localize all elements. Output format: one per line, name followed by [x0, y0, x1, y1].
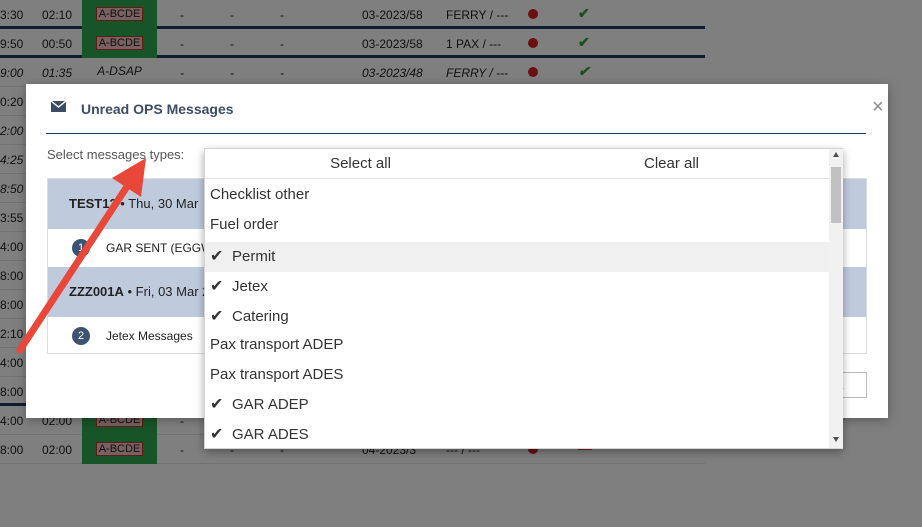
envelope-icon: [51, 101, 66, 112]
dropdown-actions: Select all Clear all: [205, 149, 829, 179]
message-subject: Jetex Messages: [106, 329, 193, 343]
option-label: Pax transport ADES: [210, 366, 344, 383]
dropdown-option[interactable]: ✔ Catering: [205, 302, 829, 332]
dropdown-option[interactable]: Fuel order: [205, 210, 829, 240]
flight-code: ZZZ001A: [69, 284, 124, 299]
select-all-button[interactable]: Select all: [205, 149, 516, 179]
message-count-badge: 2: [72, 327, 90, 345]
flight-code: TEST12: [69, 196, 117, 211]
option-label: Pax transport ADEP: [210, 336, 344, 353]
modal-title: Unread OPS Messages: [81, 101, 234, 117]
scroll-down-arrow-icon[interactable]: [833, 437, 839, 442]
checkmark-icon: ✔: [210, 308, 224, 325]
dropdown-option[interactable]: ✔ Permit: [205, 242, 829, 272]
clear-all-button[interactable]: Clear all: [516, 149, 827, 179]
option-label: Checklist other: [210, 186, 310, 203]
dropdown-option[interactable]: Checklist other: [205, 180, 829, 210]
group-header-text: TEST12 • Thu, 30 Mar: [69, 196, 198, 211]
message-subject: GAR SENT (EGGW: [106, 241, 213, 255]
modal-header: Unread OPS Messages ×: [46, 84, 884, 134]
checkmark-icon: ✔: [210, 278, 224, 295]
option-label: GAR ADES: [232, 426, 309, 443]
dropdown-scrollbar[interactable]: [829, 149, 843, 448]
dropdown-options: Checklist other Fuel order ✔ Permit ✔ Jetex ✔ C…: [205, 180, 829, 448]
checkmark-icon: ✔: [210, 396, 224, 413]
dropdown-option[interactable]: ✔ Jetex: [205, 272, 829, 302]
option-label: Fuel order: [210, 216, 279, 233]
dropdown-option[interactable]: ✔ GAR ADEP: [205, 390, 829, 420]
dropdown-option[interactable]: Pax transport ADEP: [205, 330, 829, 360]
checkmark-icon: ✔: [210, 248, 224, 265]
message-count-badge: 1: [72, 239, 90, 257]
option-label: Jetex: [232, 278, 268, 295]
dropdown-option[interactable]: ✔ GAR ADES: [205, 420, 829, 448]
option-label: Catering: [232, 308, 289, 325]
dropdown-option[interactable]: Pax transport ADES: [205, 360, 829, 390]
scroll-up-arrow-icon[interactable]: [833, 152, 839, 157]
message-types-dropdown: Select all Clear all Checklist other Fuel…: [204, 148, 843, 449]
scroll-thumb[interactable]: [831, 167, 841, 223]
message-types-label: Select messages types:: [47, 147, 185, 162]
checkmark-icon: ✔: [210, 426, 224, 443]
group-date: • Thu, 30 Mar: [116, 196, 199, 211]
option-label: GAR ADEP: [232, 396, 309, 413]
group-date: • Fri, 03 Mar 2: [123, 284, 210, 299]
group-header-text: ZZZ001A • Fri, 03 Mar 2: [69, 284, 209, 299]
close-icon[interactable]: ×: [872, 97, 884, 117]
option-label: Permit: [232, 248, 276, 265]
